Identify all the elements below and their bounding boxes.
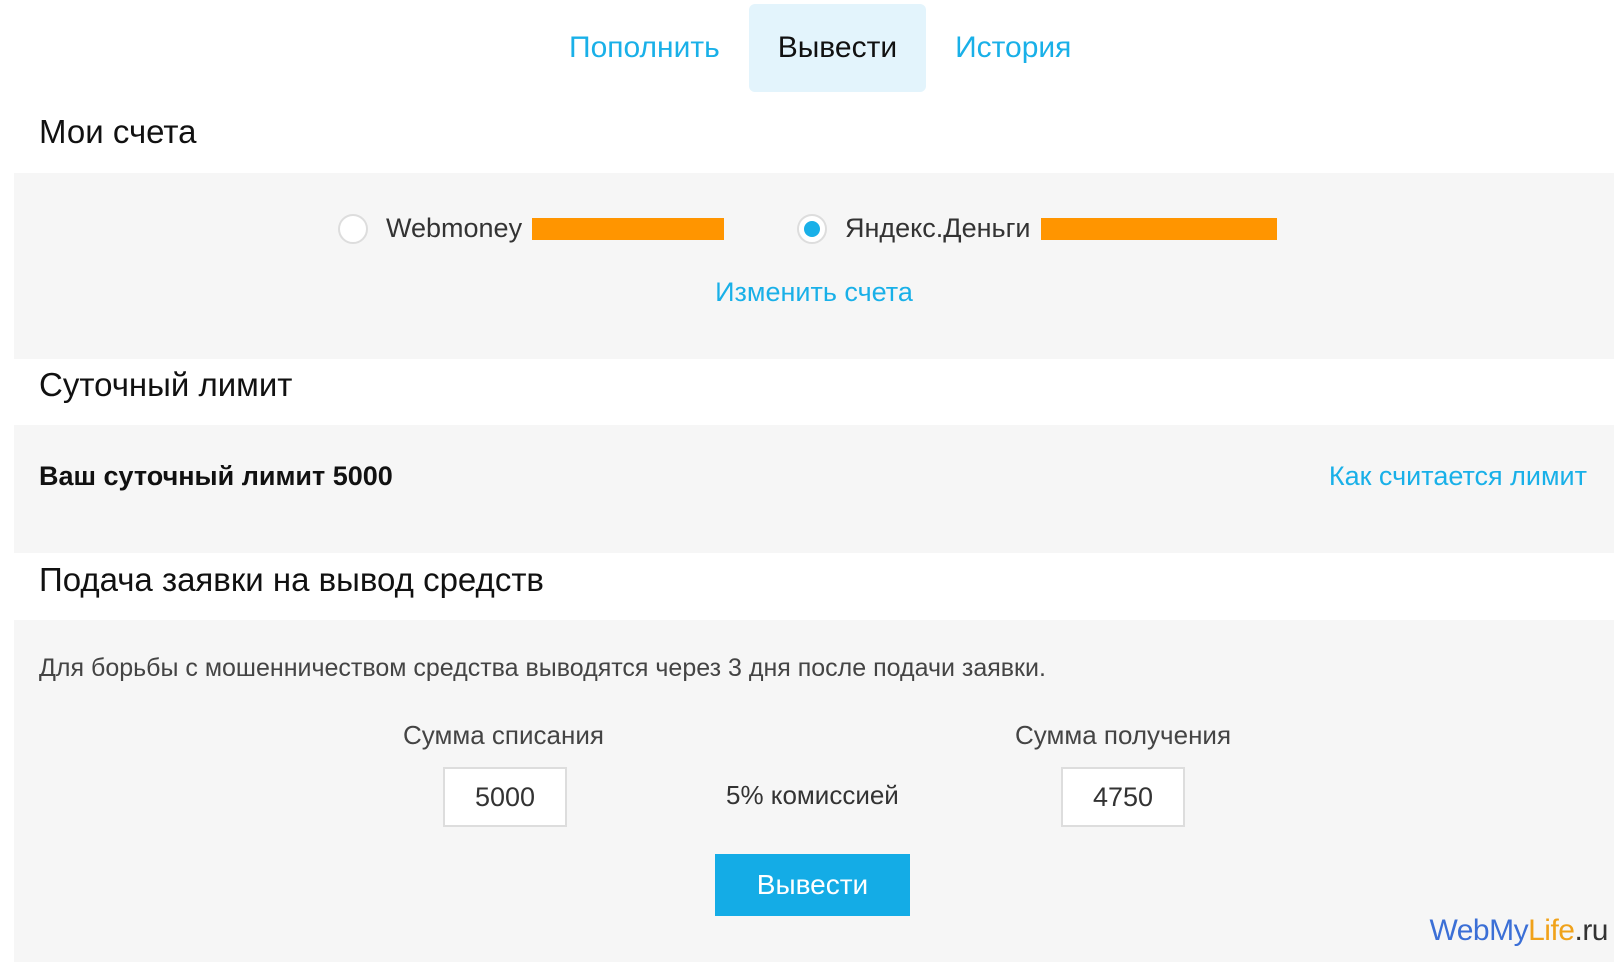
tab-deposit[interactable]: Пополнить <box>540 4 749 92</box>
withdraw-title: Подача заявки на вывод средств <box>39 561 544 598</box>
tab-withdraw[interactable]: Вывести <box>748 4 927 92</box>
yandex-radio[interactable] <box>797 213 827 244</box>
yandex-label: Яндекс.Деньги <box>845 213 1031 243</box>
receive-amount-label: Сумма получения <box>1015 720 1232 750</box>
watermark-part3: .ru <box>1574 914 1608 947</box>
change-accounts-link[interactable]: Изменить счета <box>14 277 1614 308</box>
withdraw-panel: Для борьбы с мошенничеством средства выв… <box>14 620 1614 962</box>
redacted-account-number <box>532 217 725 240</box>
accounts-title: Мои счета <box>39 113 197 150</box>
tabs: Пополнить Вывести История <box>540 4 1100 92</box>
account-option-webmoney[interactable]: Webmoney <box>338 213 725 244</box>
account-option-yandex[interactable]: Яндекс.Деньги <box>797 213 1277 244</box>
fraud-notice: Для борьбы с мошенничеством средства выв… <box>39 654 1046 682</box>
site-watermark: WebMyLife.ru <box>1429 914 1608 948</box>
webmoney-label: Webmoney <box>386 213 523 243</box>
limit-title: Суточный лимит <box>39 366 293 403</box>
redacted-account-number <box>1040 217 1277 240</box>
limit-info-link[interactable]: Как считается лимит <box>1329 461 1587 492</box>
daily-limit-text: Ваш суточный лимит 5000 <box>39 461 393 491</box>
tab-history[interactable]: История <box>926 4 1100 92</box>
limit-panel: Ваш суточный лимит 5000 Как считается ли… <box>14 425 1614 553</box>
debit-amount-input[interactable] <box>443 767 567 827</box>
webmoney-radio[interactable] <box>338 213 368 244</box>
watermark-part1: WebMy <box>1429 914 1529 947</box>
receive-amount-input[interactable] <box>1061 767 1185 827</box>
debit-amount-label: Сумма списания <box>403 720 604 750</box>
watermark-part2: Life <box>1528 914 1575 947</box>
fee-text: 5% комиссией <box>726 780 899 810</box>
withdraw-button[interactable]: Вывести <box>715 854 910 916</box>
accounts-panel: Webmoney Яндекс.Деньги Изменить счета <box>14 173 1614 359</box>
